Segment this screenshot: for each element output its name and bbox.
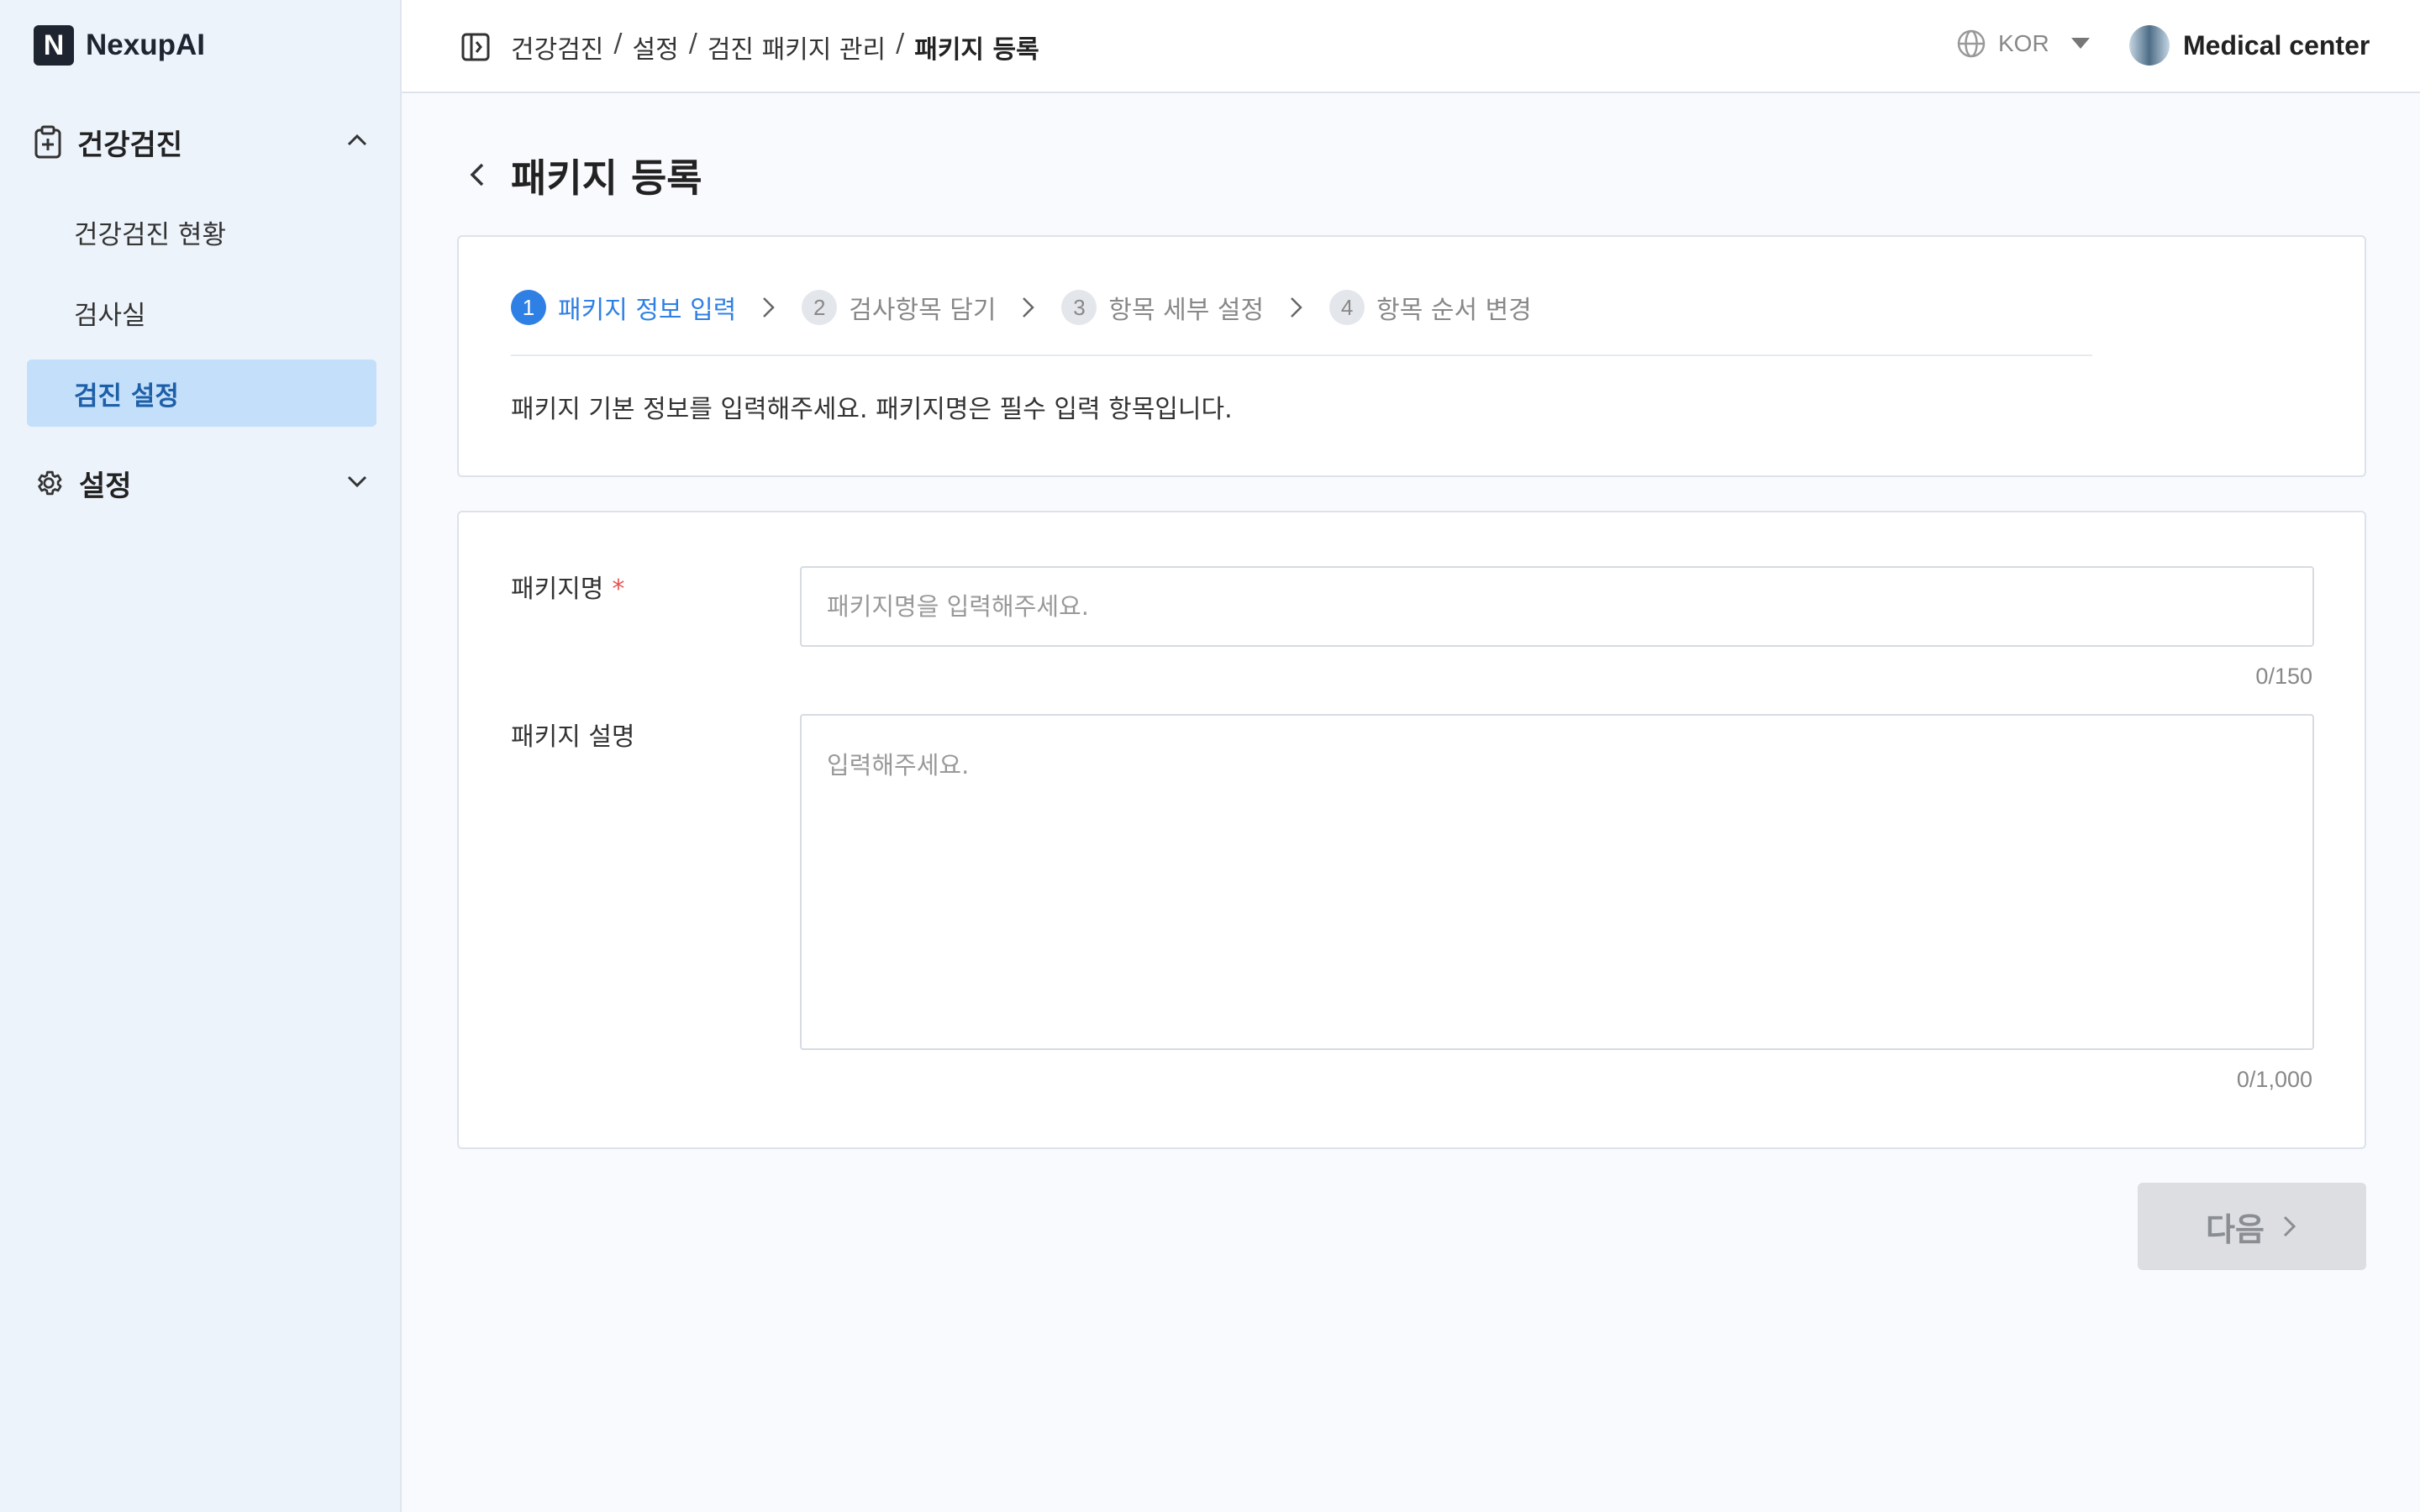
language-selector[interactable]: KOR xyxy=(1956,29,2090,59)
chevron-right-icon xyxy=(1289,296,1304,319)
language-label: KOR xyxy=(1998,30,2049,56)
package-name-counter: 0/150 xyxy=(2255,664,2312,689)
package-name-label-text: 패키지명 xyxy=(511,575,604,604)
step-3[interactable]: 3 항목 세부 설정 xyxy=(1061,289,1264,326)
step-4[interactable]: 4 항목 순서 변경 xyxy=(1329,289,1532,326)
brand-name: NexupAI xyxy=(86,29,205,61)
step-2[interactable]: 2 검사항목 담기 xyxy=(802,289,996,326)
breadcrumb-current: 패키지 등록 xyxy=(914,35,1039,65)
sidebar-item-checkup-settings[interactable]: 검진 설정 xyxy=(27,360,376,427)
step-description: 패키지 기본 정보를 입력해주세요. 패키지명은 필수 입력 항목입니다. xyxy=(511,395,1233,424)
required-mark: * xyxy=(612,575,625,604)
brand-logo-icon: N xyxy=(34,25,74,66)
sidebar-item-checkup-status[interactable]: 건강검진 현황 xyxy=(27,198,376,265)
sidebar-group-label: 설정 xyxy=(79,469,132,503)
breadcrumb-item[interactable]: 건강검진 xyxy=(511,29,603,66)
package-description-label: 패키지 설명 xyxy=(511,722,635,752)
gear-icon xyxy=(38,470,62,496)
stepper: 1 패키지 정보 입력 2 검사항목 담기 3 항목 세부 설정 4 항목 순서… xyxy=(511,289,1532,326)
sidebar-toggle-icon[interactable] xyxy=(460,32,491,62)
breadcrumb-item[interactable]: 설정 xyxy=(633,29,679,66)
step-label: 항목 순서 변경 xyxy=(1376,296,1532,325)
sidebar: N NexupAI 건강검진 건강검진 현황 검사실 검진 설정 설정 xyxy=(0,0,402,1512)
breadcrumb-separator: / xyxy=(896,29,905,58)
package-form-card: 패키지명 * 0/150 패키지 설명 0/1,000 xyxy=(457,511,2366,1149)
package-description-textarea[interactable] xyxy=(800,714,2314,1050)
breadcrumb-separator: / xyxy=(688,29,697,58)
back-arrow-icon[interactable] xyxy=(464,160,491,190)
step-number: 1 xyxy=(511,290,546,325)
step-label: 항목 세부 설정 xyxy=(1108,296,1265,325)
next-button-label: 다음 xyxy=(2206,1210,2265,1248)
step-label: 패키지 정보 입력 xyxy=(558,296,737,325)
step-number: 3 xyxy=(1061,290,1097,325)
divider xyxy=(511,354,2092,356)
breadcrumb: 건강검진 / 설정 / 검진 패키지 관리 / 패키지 등록 xyxy=(511,29,1039,66)
sidebar-group-health-checkup[interactable]: 건강검진 xyxy=(34,121,370,163)
steps-card: 1 패키지 정보 입력 2 검사항목 담기 3 항목 세부 설정 4 항목 순서… xyxy=(457,235,2366,477)
step-label: 검사항목 담기 xyxy=(849,296,997,325)
chevron-right-icon xyxy=(761,296,776,319)
brand[interactable]: N NexupAI xyxy=(34,25,205,66)
breadcrumb-item[interactable]: 검진 패키지 관리 xyxy=(708,29,886,66)
chevron-down-icon xyxy=(347,475,367,488)
package-name-label: 패키지명 * xyxy=(511,568,624,605)
sidebar-group-settings[interactable]: 설정 xyxy=(34,462,370,504)
caret-down-icon xyxy=(2070,38,2090,49)
sidebar-item-exam-room[interactable]: 검사실 xyxy=(27,279,376,346)
package-description-counter: 0/1,000 xyxy=(2236,1067,2312,1092)
user-menu[interactable]: Medical center xyxy=(2129,25,2370,66)
chevron-right-icon xyxy=(1021,296,1036,319)
sidebar-item-label: 건강검진 현황 xyxy=(74,219,226,250)
step-number: 4 xyxy=(1329,290,1365,325)
avatar xyxy=(2129,25,2170,66)
user-name: Medical center xyxy=(2183,29,2370,60)
clipboard-plus-icon xyxy=(34,125,61,159)
step-1[interactable]: 1 패키지 정보 입력 xyxy=(511,289,736,326)
page-title: 패키지 등록 xyxy=(511,155,702,201)
globe-icon xyxy=(1957,29,1986,58)
chevron-up-icon xyxy=(347,134,367,146)
chevron-right-icon xyxy=(2283,1215,2296,1237)
sidebar-item-label: 검사실 xyxy=(74,300,146,331)
sidebar-group-label: 건강검진 xyxy=(77,128,183,162)
package-name-input[interactable] xyxy=(800,566,2314,647)
step-number: 2 xyxy=(802,290,838,325)
top-header: 건강검진 / 설정 / 검진 패키지 관리 / 패키지 등록 KOR Medic… xyxy=(402,0,2420,93)
sidebar-item-label: 검진 설정 xyxy=(74,381,179,412)
next-button[interactable]: 다음 xyxy=(2138,1183,2366,1270)
breadcrumb-separator: / xyxy=(613,29,623,58)
